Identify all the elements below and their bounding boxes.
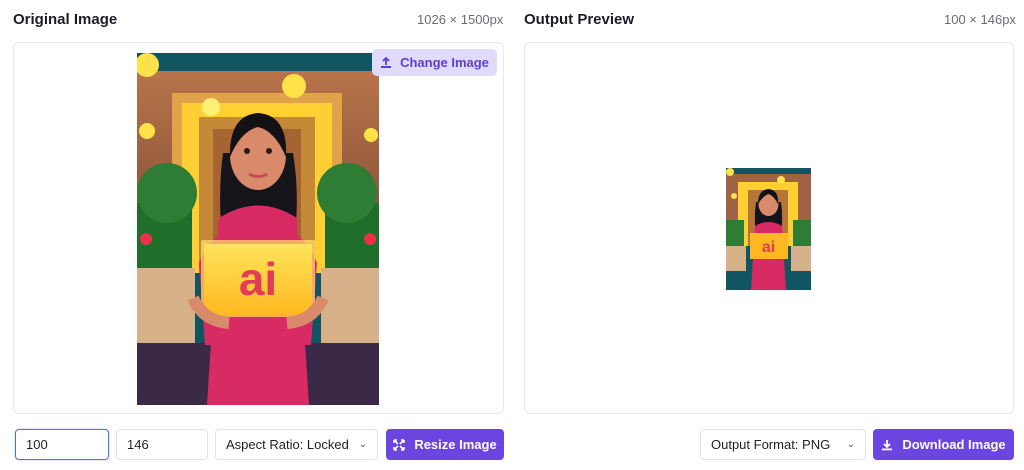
change-image-button[interactable]: Change Image xyxy=(372,49,497,76)
upload-icon xyxy=(380,56,392,69)
original-dimensions: 1026 × 1500px xyxy=(417,12,504,27)
chevron-down-icon: ⌄ xyxy=(846,439,855,450)
preview-sign-text: ai xyxy=(762,239,775,256)
height-input[interactable]: 146 xyxy=(116,429,208,460)
resize-image-label: Resize Image xyxy=(414,437,497,452)
chevron-down-icon: ⌄ xyxy=(358,439,367,450)
change-image-label: Change Image xyxy=(400,55,489,70)
output-dimensions: 100 × 146px xyxy=(944,12,1016,27)
original-image-title: Original Image xyxy=(13,11,118,28)
output-format-select[interactable]: Output Format: PNG ⌄ xyxy=(700,429,866,460)
download-image-button[interactable]: Download Image xyxy=(873,429,1014,460)
sign-text: ai xyxy=(239,253,277,305)
aspect-ratio-label: Aspect Ratio: Locked xyxy=(226,437,349,452)
width-input[interactable]: 100 xyxy=(15,429,109,460)
resize-image-button[interactable]: Resize Image xyxy=(386,429,504,460)
aspect-ratio-select[interactable]: Aspect Ratio: Locked ⌄ xyxy=(215,429,378,460)
download-image-label: Download Image xyxy=(902,437,1006,452)
download-icon xyxy=(881,439,893,451)
original-image: ai xyxy=(137,53,379,405)
output-format-label: Output Format: PNG xyxy=(711,437,831,452)
output-preview-title: Output Preview xyxy=(524,11,635,28)
resize-arrows-icon xyxy=(393,438,406,451)
output-preview-image: ai xyxy=(726,168,811,290)
